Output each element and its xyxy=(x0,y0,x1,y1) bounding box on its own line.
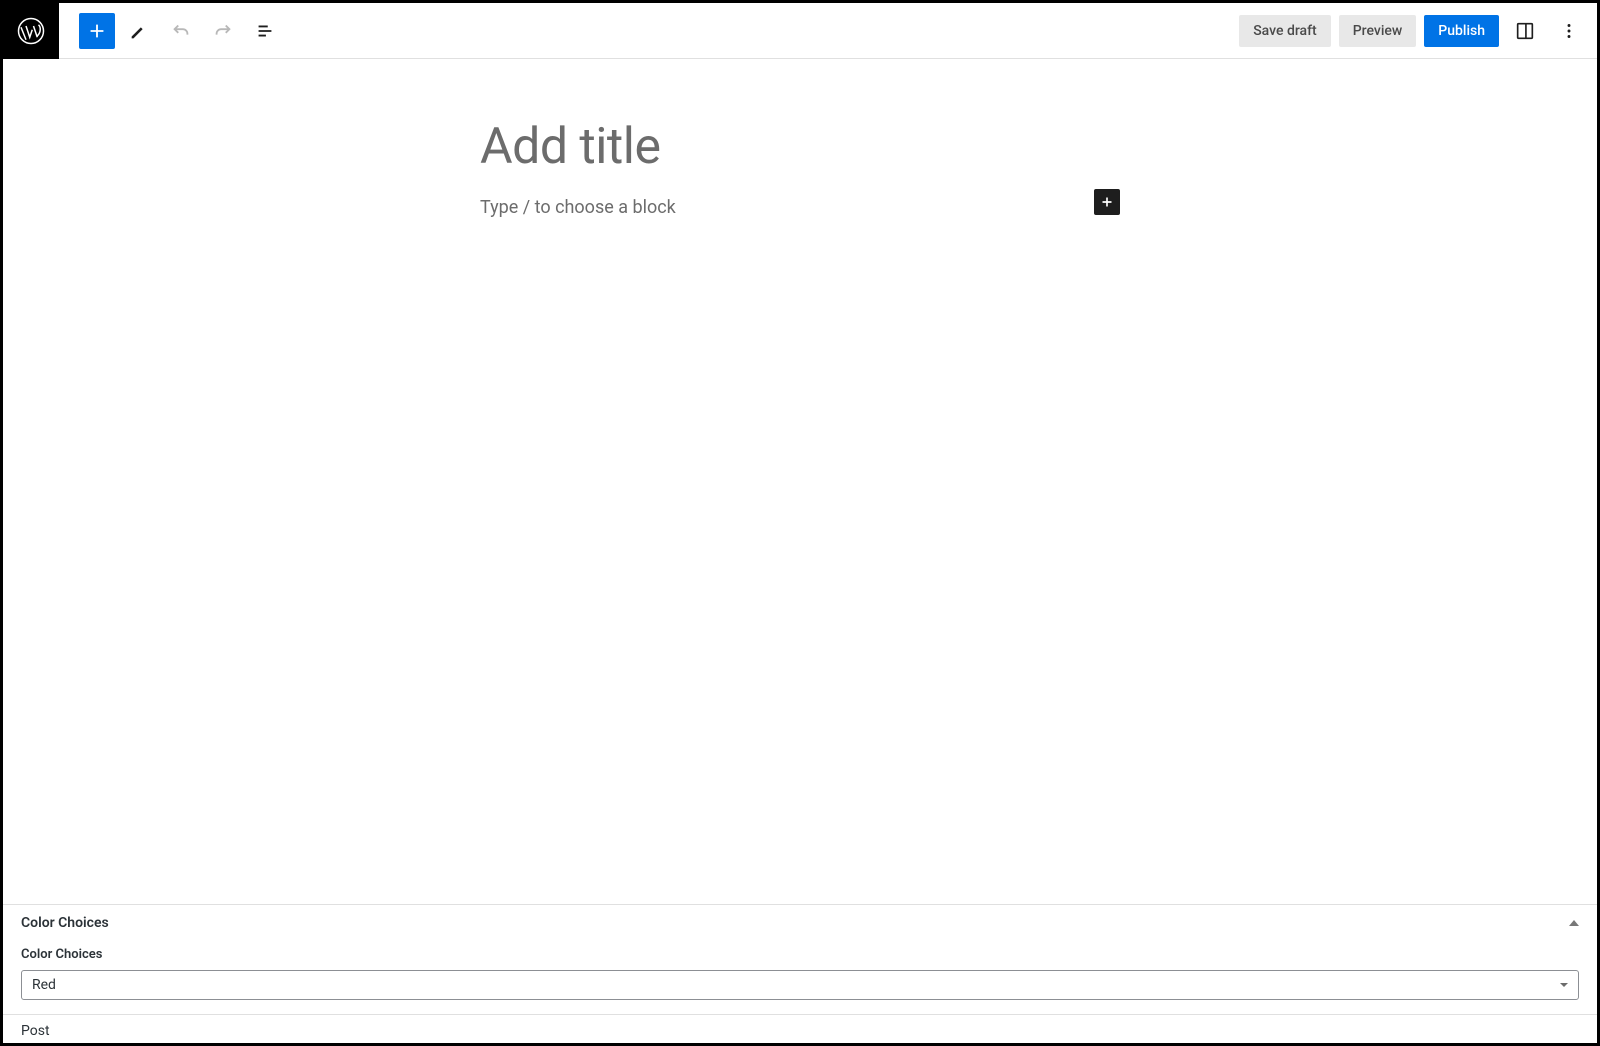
inline-add-block-button[interactable] xyxy=(1094,189,1120,215)
editor-footer-bar: Post xyxy=(3,1014,1597,1043)
publish-button[interactable]: Publish xyxy=(1424,15,1499,47)
wordpress-icon xyxy=(16,16,46,46)
undo-button[interactable] xyxy=(163,13,199,49)
kebab-icon xyxy=(1558,20,1580,42)
preview-button[interactable]: Preview xyxy=(1339,15,1417,47)
tools-button[interactable] xyxy=(121,13,157,49)
plus-icon xyxy=(1098,193,1116,211)
color-choices-select[interactable]: Red xyxy=(21,970,1579,1000)
color-choices-label: Color Choices xyxy=(21,947,1579,962)
redo-icon xyxy=(212,20,234,42)
list-view-icon xyxy=(254,20,276,42)
editor-top-toolbar: Save draft Preview Publish xyxy=(3,3,1597,59)
add-block-button[interactable] xyxy=(79,13,115,49)
post-type-label: Post xyxy=(21,1023,50,1039)
collapse-up-icon xyxy=(1569,920,1579,926)
redo-button[interactable] xyxy=(205,13,241,49)
metabox-body: Color Choices Red xyxy=(3,941,1597,1014)
save-draft-button[interactable]: Save draft xyxy=(1239,15,1331,47)
wordpress-logo-button[interactable] xyxy=(3,3,59,59)
plus-icon xyxy=(86,20,108,42)
editor-canvas: Add title Type / to choose a block xyxy=(3,59,1597,904)
metabox-toggle[interactable]: Color Choices xyxy=(3,905,1597,941)
settings-panel-toggle[interactable] xyxy=(1507,13,1543,49)
pencil-icon xyxy=(128,20,150,42)
document-overview-button[interactable] xyxy=(247,13,283,49)
metabox-heading: Color Choices xyxy=(21,915,109,931)
toolbar-left-group xyxy=(59,13,283,49)
sidebar-panel-icon xyxy=(1514,20,1536,42)
editor-content-area: Add title Type / to choose a block xyxy=(480,59,1120,218)
block-placeholder-input[interactable]: Type / to choose a block xyxy=(480,197,1120,218)
metabox-area: Color Choices Color Choices Red Post xyxy=(3,904,1597,1043)
undo-icon xyxy=(170,20,192,42)
more-options-button[interactable] xyxy=(1551,13,1587,49)
post-title-input[interactable]: Add title xyxy=(480,119,1120,177)
toolbar-right-group: Save draft Preview Publish xyxy=(1239,13,1597,49)
